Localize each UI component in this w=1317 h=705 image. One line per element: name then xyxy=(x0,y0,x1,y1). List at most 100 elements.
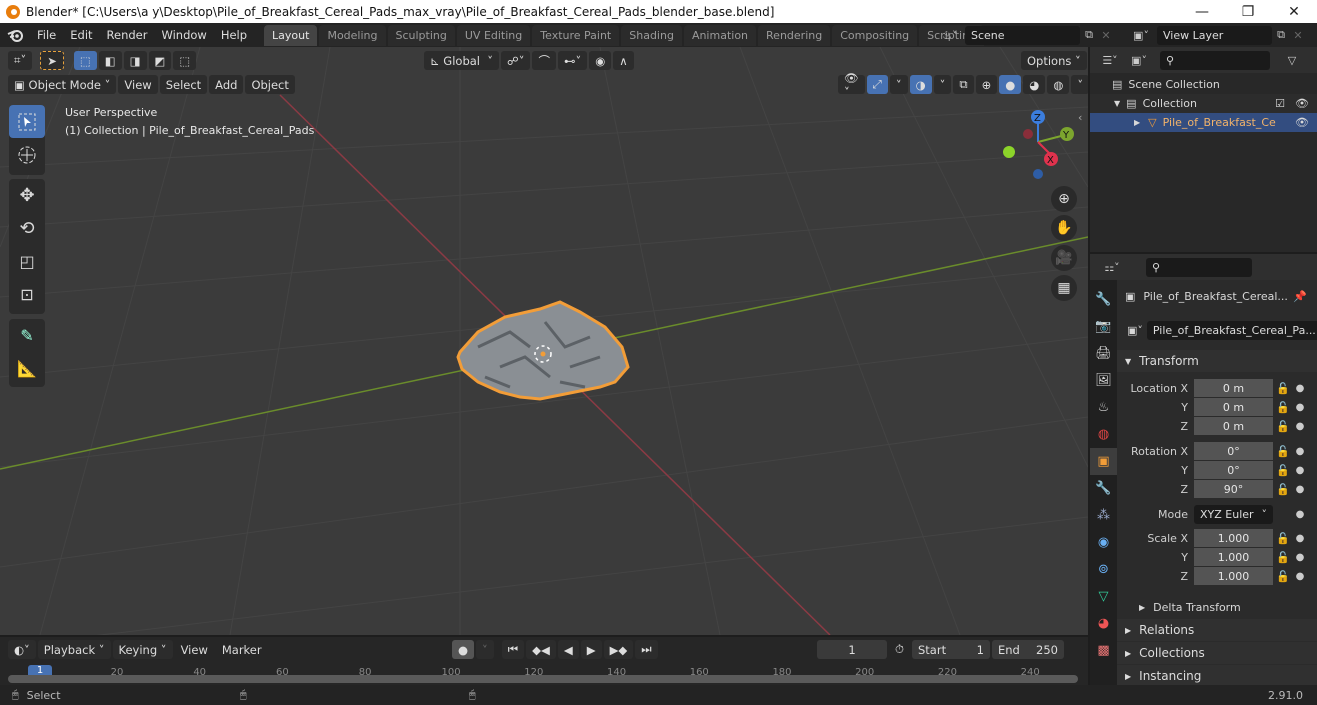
select-mode-new-button[interactable]: ⬚ xyxy=(73,51,97,70)
lock-icon[interactable]: 🔓 xyxy=(1273,532,1293,545)
overlay-dropdown[interactable]: ˅ xyxy=(933,75,952,94)
timeline-scrollbar[interactable] xyxy=(8,675,1078,683)
particles-tab[interactable]: ⁂ xyxy=(1090,502,1117,529)
collection-checkbox[interactable]: ☑ xyxy=(1275,97,1285,110)
keyframe-dot[interactable]: ● xyxy=(1293,465,1307,476)
tab-rendering[interactable]: Rendering xyxy=(758,25,831,46)
3d-viewport[interactable]: ⌗˅ ➤ ⬚ ◧ ◨ ◩ ⬚ ⊾ Global ˅ ☍˅ ⌒ ⊷˅ ◉ ∧ Op… xyxy=(0,47,1088,635)
measure-tool[interactable]: 📐 xyxy=(9,352,45,385)
lock-icon[interactable]: 🔓 xyxy=(1273,420,1293,433)
gizmo-dropdown[interactable]: ˅ xyxy=(889,75,908,94)
pan-view-button[interactable]: ✋ xyxy=(1051,215,1077,241)
menu-render[interactable]: Render xyxy=(100,23,155,47)
restore-button[interactable]: ❐ xyxy=(1225,0,1271,23)
scale-x-field[interactable]: 1.000 xyxy=(1194,529,1273,548)
zoom-view-button[interactable]: ⊕ xyxy=(1051,186,1077,212)
viewport-menu-add[interactable]: Add xyxy=(209,75,244,94)
select-mode-subtract-button[interactable]: ◨ xyxy=(123,51,147,70)
transform-tool[interactable]: ⊡ xyxy=(9,278,45,311)
new-view-layer-icon[interactable]: ⧉ xyxy=(1272,26,1290,45)
keyframe-dot[interactable]: ● xyxy=(1293,571,1307,582)
material-shading-button[interactable]: ◕ xyxy=(1023,75,1046,94)
viewport-menu-view[interactable]: View xyxy=(118,75,158,94)
select-mode-invert-button[interactable]: ◩ xyxy=(148,51,172,70)
annotate-tool[interactable]: ✎ xyxy=(9,319,45,352)
lock-icon[interactable]: 🔓 xyxy=(1273,382,1293,395)
object-tab[interactable]: ▣ xyxy=(1090,448,1117,475)
sidebar-toggle-icon[interactable]: ‹ xyxy=(1078,111,1082,124)
scale-y-field[interactable]: 1.000 xyxy=(1194,548,1273,567)
object-browse-icon[interactable]: ▣˅ xyxy=(1127,324,1143,337)
keyframe-dot[interactable]: ● xyxy=(1293,383,1307,394)
object-name-field[interactable]: Pile_of_Breakfast_Cereal_Pa... xyxy=(1146,321,1317,340)
keyframe-dot[interactable]: ● xyxy=(1293,402,1307,413)
collections-section-header[interactable]: ▶ Collections xyxy=(1117,642,1317,664)
rotation-y-field[interactable]: 0° xyxy=(1194,461,1273,480)
constraints-tab[interactable]: ⊚ xyxy=(1090,556,1117,583)
outliner-row-collection[interactable]: ▼ ▤ Collection ☑ 👁 xyxy=(1090,94,1317,113)
rotate-tool[interactable]: ⟲ xyxy=(9,212,45,245)
tab-layout[interactable]: Layout xyxy=(264,25,318,46)
select-mode-intersect-button[interactable]: ⬚ xyxy=(173,51,197,70)
remove-view-layer-icon[interactable]: ✕ xyxy=(1290,26,1306,45)
delta-transform-subsection[interactable]: ▶ Delta Transform xyxy=(1117,598,1317,617)
outliner-row-scene-collection[interactable]: ▤ Scene Collection xyxy=(1090,75,1317,94)
snap-toggle[interactable]: ⌒ xyxy=(532,51,556,70)
scale-tool[interactable]: ◰ xyxy=(9,245,45,278)
output-tab[interactable]: 🖨 xyxy=(1090,340,1117,367)
ortho-toggle-button[interactable]: ▦ xyxy=(1051,275,1077,301)
menu-help[interactable]: Help xyxy=(214,23,254,47)
select-mode-extend-button[interactable]: ◧ xyxy=(98,51,122,70)
rotation-x-field[interactable]: 0° xyxy=(1194,442,1273,461)
object-mode-dropdown[interactable]: ▣ Object Mode ˅ xyxy=(8,75,117,94)
pivot-point-dropdown[interactable]: ☍˅ xyxy=(501,51,531,70)
texture-tab[interactable]: ▩ xyxy=(1090,637,1117,664)
material-tab[interactable]: ◕ xyxy=(1090,610,1117,637)
outliner-row-object[interactable]: ▶ ▽ Pile_of_Breakfast_Ce 👁 xyxy=(1090,113,1317,132)
location-z-field[interactable]: 0 m xyxy=(1194,417,1273,436)
relations-section-header[interactable]: ▶ Relations xyxy=(1117,619,1317,641)
proportional-edit-toggle[interactable]: ◉ xyxy=(589,51,612,70)
keyframe-dot[interactable]: ● xyxy=(1293,484,1307,495)
keyframe-dot[interactable]: ● xyxy=(1293,509,1307,520)
physics-tab[interactable]: ◉ xyxy=(1090,529,1117,556)
blender-menu-icon[interactable] xyxy=(4,24,26,46)
lock-icon[interactable]: 🔓 xyxy=(1273,464,1293,477)
options-dropdown[interactable]: Options ˅ xyxy=(1021,51,1087,70)
collection-visibility-icon[interactable]: 👁 xyxy=(1295,97,1309,110)
view-layer-icon[interactable]: ▣˅ xyxy=(1125,26,1157,45)
lock-icon[interactable]: 🔓 xyxy=(1273,483,1293,496)
tab-uv-editing[interactable]: UV Editing xyxy=(456,25,531,46)
world-tab[interactable]: ◍ xyxy=(1090,421,1117,448)
solid-shading-button[interactable]: ● xyxy=(999,75,1022,94)
cursor-tool[interactable] xyxy=(9,138,45,171)
transform-section-header[interactable]: ▼ Transform xyxy=(1117,350,1317,372)
expand-arrow-icon[interactable]: ▼ xyxy=(1114,99,1120,108)
tab-texture-paint[interactable]: Texture Paint xyxy=(532,25,620,46)
camera-view-button[interactable]: 🎥 xyxy=(1051,245,1077,271)
scene-name-field[interactable]: Scene xyxy=(965,25,1080,45)
object-visibility-icon[interactable]: 👁 xyxy=(1295,116,1309,129)
keyframe-dot[interactable]: ● xyxy=(1293,421,1307,432)
view-layer-field[interactable]: View Layer xyxy=(1157,25,1272,45)
properties-editor-type[interactable]: ⚏˅ xyxy=(1098,258,1126,277)
menu-edit[interactable]: Edit xyxy=(63,23,99,47)
move-tool[interactable]: ✥ xyxy=(9,179,45,212)
proportional-falloff-dropdown[interactable]: ∧ xyxy=(613,51,634,70)
transform-orientation-dropdown[interactable]: ⊾ Global ˅ xyxy=(424,51,500,70)
keyframe-dot[interactable]: ● xyxy=(1293,446,1307,457)
properties-search[interactable]: ⚲ xyxy=(1146,257,1252,277)
expand-arrow-icon[interactable]: ▶ xyxy=(1134,118,1140,127)
scene-tab[interactable]: ♨ xyxy=(1090,394,1117,421)
modifier-tab[interactable]: 🔧 xyxy=(1090,475,1117,502)
location-x-field[interactable]: 0 m xyxy=(1194,379,1273,398)
wireframe-shading-button[interactable]: ⊕ xyxy=(975,75,998,94)
keyframe-dot[interactable]: ● xyxy=(1293,552,1307,563)
overlay-toggle[interactable]: ◑ xyxy=(909,75,932,94)
select-box-tool[interactable] xyxy=(9,105,45,138)
viewport-menu-select[interactable]: Select xyxy=(159,75,208,94)
display-mode-dropdown[interactable]: ▣˅ xyxy=(1124,51,1154,70)
navigation-gizmo[interactable]: Z Y X xyxy=(995,107,1085,187)
snap-target-dropdown[interactable]: ⊷˅ xyxy=(557,51,588,70)
visibility-dropdown[interactable]: 👁˅ xyxy=(838,71,865,99)
